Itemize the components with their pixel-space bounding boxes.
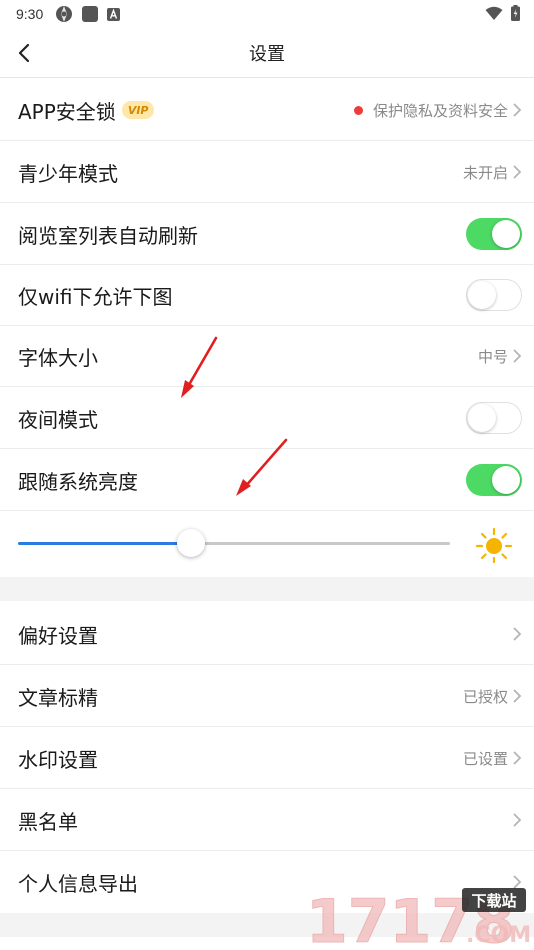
wifi-icon [485, 6, 503, 20]
row-teen-mode[interactable]: 青少年模式 未开启 [0, 141, 534, 203]
row-value: 保护隐私及资料安全 [372, 101, 508, 120]
wifi-images-toggle[interactable] [466, 279, 522, 311]
row-label: 黑名单 [18, 809, 78, 834]
brightness-slider[interactable] [18, 529, 450, 557]
night-mode-toggle[interactable] [466, 402, 522, 434]
chevron-right-icon [513, 349, 522, 363]
follow-brightness-toggle[interactable] [466, 464, 522, 496]
row-label: 文章标精 [18, 685, 98, 710]
app-square-icon [82, 6, 99, 22]
row-auto-refresh: 阅览室列表自动刷新 [0, 203, 534, 265]
row-value: 中号 [477, 347, 508, 366]
status-bar: 9:30 [0, 0, 534, 28]
row-app-lock[interactable]: APP安全锁 VIP 保护隐私及资料安全 [0, 79, 534, 141]
row-follow-system-brightness: 跟随系统亮度 [0, 449, 534, 511]
brightness-slider-row [0, 510, 534, 576]
chevron-right-icon [513, 627, 522, 641]
sun-icon [475, 527, 513, 564]
row-label: 青少年模式 [18, 161, 118, 186]
row-value: 已授权 [462, 687, 508, 706]
row-article-tag[interactable]: 文章标精 已授权 [0, 665, 534, 727]
status-time: 9:30 [16, 6, 44, 22]
row-value: 未开启 [462, 163, 508, 182]
slider-fill [18, 542, 191, 545]
row-label: 仅wifi下允许下图 [18, 284, 173, 309]
chevron-right-icon [513, 813, 522, 827]
row-label: 夜间模式 [18, 407, 98, 432]
row-label: 阅览室列表自动刷新 [18, 223, 198, 248]
row-label: 水印设置 [18, 747, 98, 772]
row-label: APP安全锁 [18, 99, 116, 124]
page-title: 设置 [249, 43, 285, 65]
row-label: 个人信息导出 [18, 871, 138, 896]
row-preferences[interactable]: 偏好设置 [0, 603, 534, 665]
watermark-badge: 下载站 [471, 892, 516, 910]
chevron-right-icon [513, 689, 522, 703]
battery-icon [511, 5, 520, 21]
row-wifi-images: 仅wifi下允许下图 [0, 264, 534, 326]
row-font-size[interactable]: 字体大小 中号 [0, 325, 534, 387]
slider-thumb[interactable] [176, 529, 205, 557]
back-button[interactable] [12, 40, 36, 66]
chevron-right-icon [513, 165, 522, 179]
site-watermark-logo: 17178 下载站 .COM [306, 887, 531, 949]
auto-refresh-toggle[interactable] [466, 218, 522, 250]
letter-a-icon [107, 7, 121, 21]
row-blacklist[interactable]: 黑名单 [0, 789, 534, 851]
nav-bar: 设置 [0, 28, 534, 78]
row-label: 跟随系统亮度 [18, 469, 138, 494]
aperture-icon [56, 6, 73, 22]
section-divider [0, 577, 534, 601]
row-value: 已设置 [462, 749, 508, 768]
watermark-domain: .COM [466, 923, 530, 948]
row-night-mode: 夜间模式 [0, 387, 534, 449]
row-label: 字体大小 [18, 345, 98, 370]
chevron-right-icon [513, 751, 522, 765]
red-dot-indicator [353, 105, 363, 115]
row-label: 偏好设置 [18, 623, 98, 648]
vip-badge: VIP [121, 101, 155, 119]
chevron-left-icon [18, 43, 30, 63]
chevron-right-icon [513, 103, 522, 117]
row-watermark-settings[interactable]: 水印设置 已设置 [0, 727, 534, 789]
